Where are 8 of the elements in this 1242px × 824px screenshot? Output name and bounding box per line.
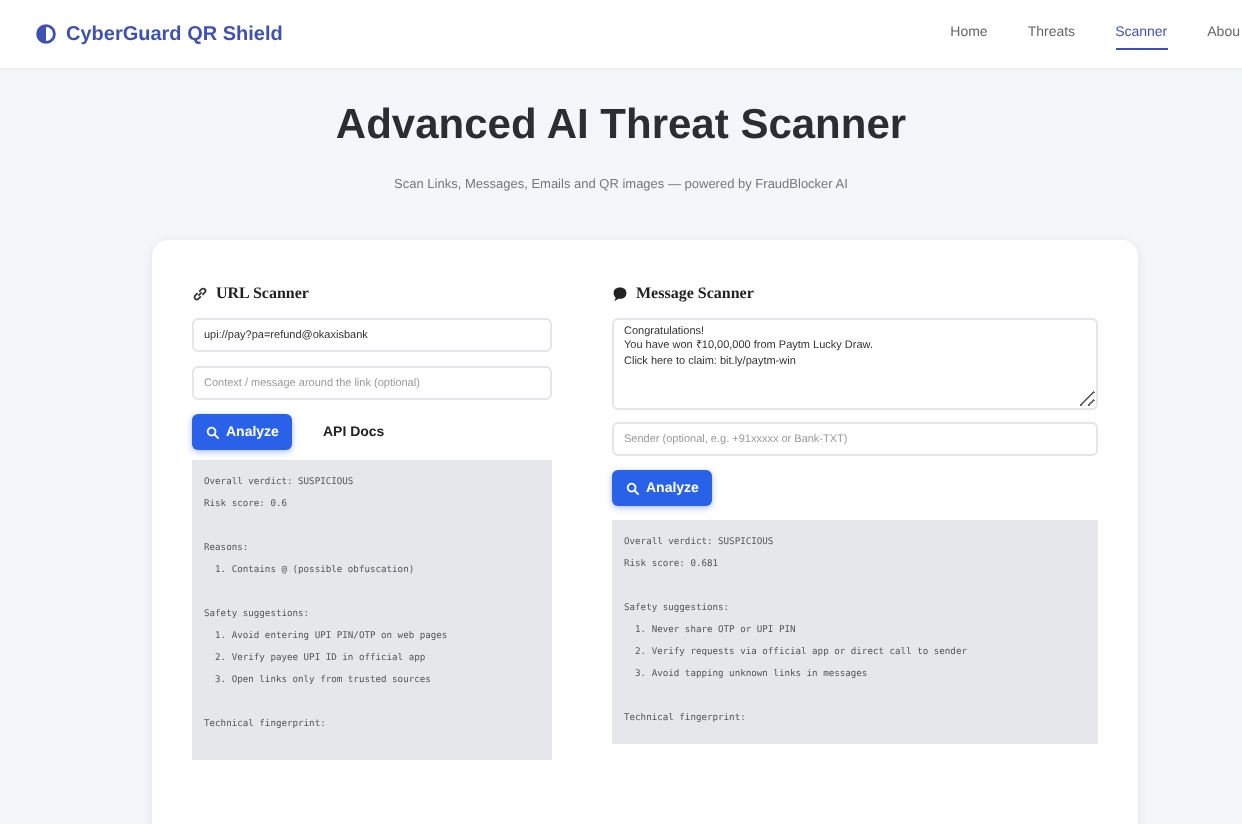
- brand-name[interactable]: CyberGuard QR Shield: [66, 23, 283, 45]
- speech-bubble-icon: [612, 285, 628, 301]
- page-title: Advanced AI Threat Scanner: [333, 102, 909, 150]
- search-icon: [626, 481, 640, 495]
- link-icon: [192, 285, 208, 301]
- section-heading: Message Scanner: [636, 284, 754, 302]
- search-icon: [206, 425, 220, 439]
- section-heading: URL Scanner: [216, 284, 309, 302]
